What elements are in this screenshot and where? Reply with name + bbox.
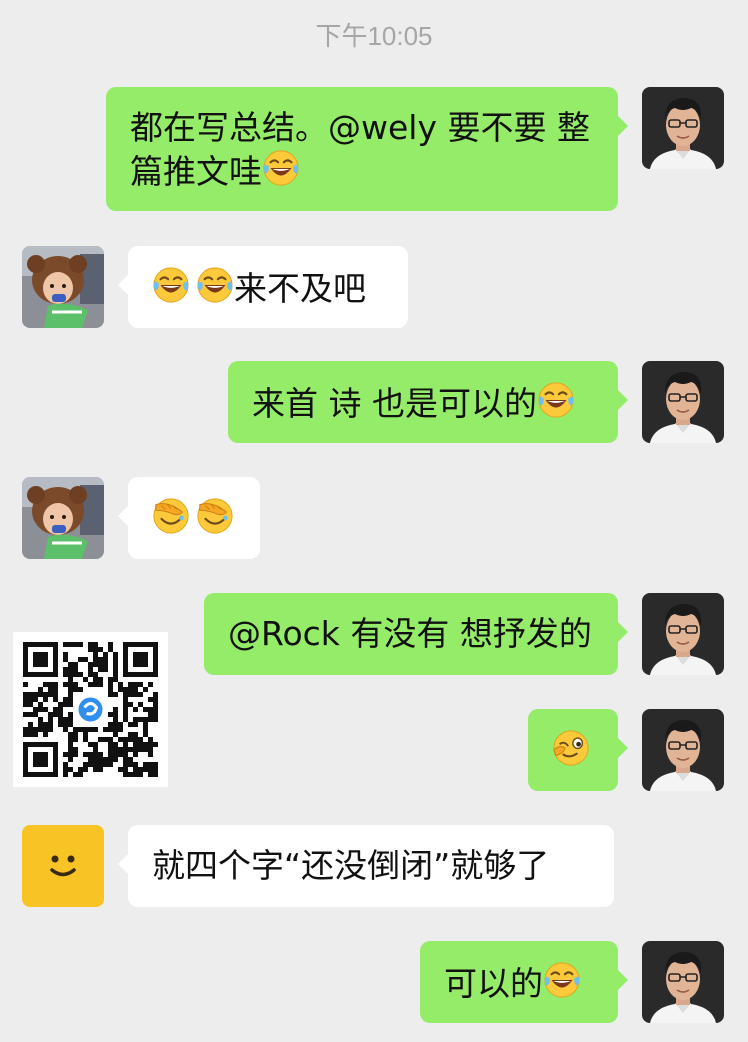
smiley-avatar[interactable] — [22, 825, 104, 907]
man-with-glasses-avatar-icon — [642, 87, 724, 169]
message-text-continued: 篇推文哇 — [130, 152, 262, 191]
child-avatar[interactable] — [22, 477, 104, 559]
my-avatar[interactable] — [642, 709, 724, 791]
message-text: 来首 诗 也是可以的 — [252, 384, 537, 423]
message-bubble-outgoing[interactable] — [528, 709, 628, 791]
smiley-face-icon — [50, 855, 76, 877]
message-text: 来不及吧 — [234, 269, 366, 308]
child-avatar[interactable] — [22, 246, 104, 328]
my-avatar[interactable] — [642, 361, 724, 443]
qr-code-icon — [23, 642, 158, 777]
tears-of-joy-emoji — [262, 149, 300, 187]
man-with-glasses-avatar-icon — [642, 709, 724, 791]
child-in-bear-costume-avatar-icon — [22, 246, 104, 328]
child-in-bear-costume-avatar-icon — [22, 477, 104, 559]
message-bubble-incoming[interactable] — [118, 477, 260, 559]
tears-of-joy-emoji — [543, 961, 581, 999]
message-bubble-outgoing[interactable]: @Rock 有没有 想抒发的 — [204, 593, 628, 675]
message-text: @Rock 有没有 想抒发的 — [228, 614, 592, 653]
message-bubble-incoming[interactable]: 就四个字“还没倒闭”就够了 — [118, 825, 614, 907]
tears-of-joy-emoji — [152, 266, 190, 304]
message-bubble-outgoing[interactable]: 可以的 — [420, 941, 628, 1023]
message-bubble-incoming[interactable]: 来不及吧 — [118, 246, 408, 328]
message-bubble-outgoing[interactable]: 来首 诗 也是可以的 — [228, 361, 628, 443]
timestamp: 下午10:05 — [315, 21, 433, 51]
man-with-glasses-avatar-icon — [642, 941, 724, 1023]
facepalm-emoji — [196, 497, 234, 535]
tears-of-joy-emoji — [196, 266, 234, 304]
man-with-glasses-avatar-icon — [642, 361, 724, 443]
qr-code[interactable] — [13, 632, 168, 787]
message-bubble-outgoing[interactable]: 都在写总结。@wely 要不要 整 篇推文哇 — [106, 87, 628, 211]
wink-emoji — [552, 729, 590, 767]
facepalm-emoji — [152, 497, 190, 535]
my-avatar[interactable] — [642, 593, 724, 675]
man-with-glasses-avatar-icon — [642, 593, 724, 675]
my-avatar[interactable] — [642, 87, 724, 169]
message-text: 都在写总结。@wely 要不要 整 — [130, 108, 590, 147]
my-avatar[interactable] — [642, 941, 724, 1023]
tears-of-joy-emoji — [537, 381, 575, 419]
message-text: 可以的 — [444, 964, 543, 1003]
message-text: 就四个字“还没倒闭”就够了 — [152, 846, 550, 885]
